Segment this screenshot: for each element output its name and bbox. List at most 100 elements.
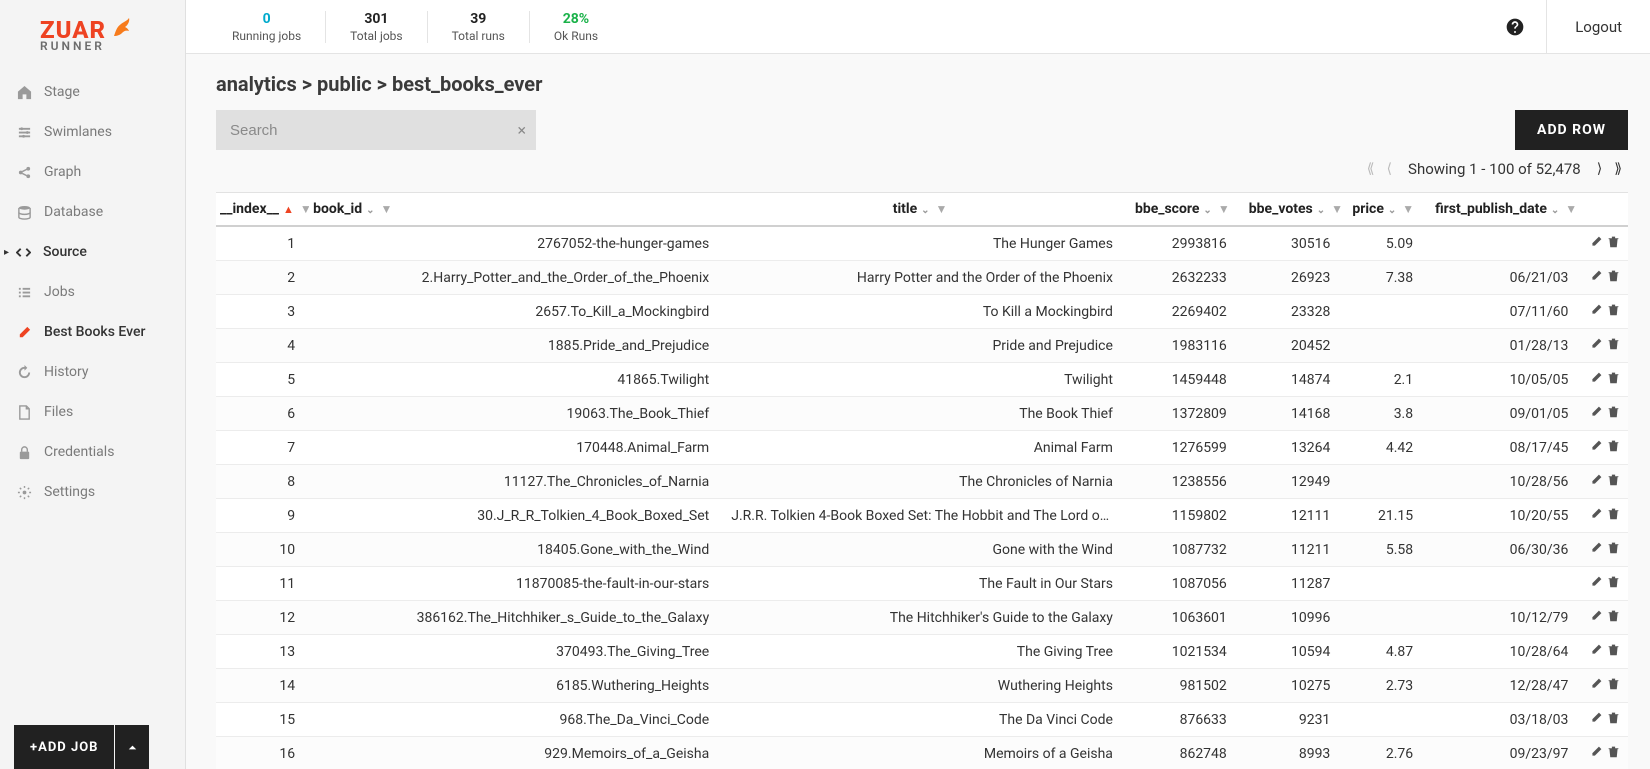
share-icon (14, 165, 34, 180)
cell-bbe-score: 1021534 (1127, 635, 1241, 669)
cell-actions (1582, 431, 1628, 465)
table-row: 541865.TwilightTwilight1459448148742.110… (216, 363, 1628, 397)
cell-index: 16 (216, 737, 309, 769)
edit-row-icon[interactable] (1590, 237, 1603, 251)
cell-actions (1582, 397, 1628, 431)
delete-row-icon[interactable] (1607, 305, 1620, 319)
search-input[interactable] (216, 110, 536, 150)
table-row: 13370493.The_Giving_TreeThe Giving Tree1… (216, 635, 1628, 669)
col-header-title[interactable]: title⌄▼ (723, 193, 1127, 227)
cell-bbe-score: 1983116 (1127, 329, 1241, 363)
pager-next-icon[interactable]: ⟩ (1597, 161, 1602, 177)
table-row: 1111870085-the-fault-in-our-starsThe Fau… (216, 567, 1628, 601)
cell-index: 6 (216, 397, 309, 431)
cell-bbe-score: 1238556 (1127, 465, 1241, 499)
edit-row-icon[interactable] (1590, 441, 1603, 455)
sidebar-item-files[interactable]: Files (0, 392, 185, 432)
edit-row-icon[interactable] (1590, 747, 1603, 761)
sidebar-item-settings[interactable]: Settings (0, 472, 185, 512)
sidebar-item-label: Jobs (44, 284, 75, 300)
cell-first-publish-date: 07/11/60 (1427, 295, 1582, 329)
delete-row-icon[interactable] (1607, 339, 1620, 353)
help-icon[interactable] (1504, 16, 1526, 38)
delete-row-icon[interactable] (1607, 475, 1620, 489)
delete-row-icon[interactable] (1607, 441, 1620, 455)
col-header-price[interactable]: price⌄▼ (1344, 193, 1427, 227)
cell-price: 2.1 (1344, 363, 1427, 397)
edit-row-icon[interactable] (1590, 407, 1603, 421)
delete-row-icon[interactable] (1607, 373, 1620, 387)
delete-row-icon[interactable] (1607, 611, 1620, 625)
pager-prev-icon[interactable]: ⟨ (1387, 161, 1392, 177)
cell-actions (1582, 703, 1628, 737)
edit-row-icon[interactable] (1590, 373, 1603, 387)
sidebar-item-best-books-ever[interactable]: Best Books Ever (0, 312, 185, 352)
col-header-first-publish-date[interactable]: first_publish_date⌄▼ (1427, 193, 1582, 227)
col-header-bbe-votes[interactable]: bbe_votes⌄▼ (1241, 193, 1345, 227)
sidebar-item-credentials[interactable]: Credentials (0, 432, 185, 472)
cell-book-id: 170448.Animal_Farm (309, 431, 723, 465)
edit-row-icon[interactable] (1590, 509, 1603, 523)
delete-row-icon[interactable] (1607, 713, 1620, 727)
add-job-button[interactable]: +ADD JOB (14, 725, 114, 769)
cell-title: The Book Thief (723, 397, 1127, 431)
clear-search-icon[interactable]: × (517, 121, 526, 140)
edit-row-icon[interactable] (1590, 339, 1603, 353)
table-row: 1018405.Gone_with_the_WindGone with the … (216, 533, 1628, 567)
edit-row-icon[interactable] (1590, 713, 1603, 727)
sidebar-item-swimlanes[interactable]: Swimlanes (0, 112, 185, 152)
cell-first-publish-date: 01/28/13 (1427, 329, 1582, 363)
pager-first-icon[interactable]: ⟪ (1367, 161, 1375, 177)
cell-index: 9 (216, 499, 309, 533)
delete-row-icon[interactable] (1607, 747, 1620, 761)
edit-row-icon[interactable] (1590, 679, 1603, 693)
sidebar-item-label: Files (44, 404, 73, 420)
cell-index: 2 (216, 261, 309, 295)
col-header-book-id[interactable]: book_id⌄▼ (309, 193, 723, 227)
col-header-bbe-score[interactable]: bbe_score⌄▼ (1127, 193, 1241, 227)
edit-row-icon[interactable] (1590, 271, 1603, 285)
cell-bbe-votes: 8993 (1241, 737, 1345, 769)
cell-index: 3 (216, 295, 309, 329)
cell-actions (1582, 465, 1628, 499)
col-header-index[interactable]: __index__▲▼ (216, 193, 309, 227)
pager: ⟪ ⟨ Showing 1 - 100 of 52,478 ⟩ ⟫ (1361, 160, 1628, 178)
table-row: 7170448.Animal_FarmAnimal Farm1276599132… (216, 431, 1628, 465)
sidebar-item-database[interactable]: Database (0, 192, 185, 232)
sidebar-item-jobs[interactable]: Jobs (0, 272, 185, 312)
sidebar-item-graph[interactable]: Graph (0, 152, 185, 192)
delete-row-icon[interactable] (1607, 645, 1620, 659)
delete-row-icon[interactable] (1607, 237, 1620, 251)
add-job-expand[interactable] (115, 725, 149, 769)
col-header-actions (1582, 193, 1628, 227)
pager-last-icon[interactable]: ⟫ (1614, 161, 1622, 177)
cell-bbe-votes: 26923 (1241, 261, 1345, 295)
delete-row-icon[interactable] (1607, 407, 1620, 421)
home-icon (14, 85, 34, 100)
edit-row-icon[interactable] (1590, 577, 1603, 591)
logout-link[interactable]: Logout (1546, 0, 1650, 53)
edit-row-icon[interactable] (1590, 645, 1603, 659)
add-job-bar: +ADD JOB (14, 725, 149, 769)
cell-index: 13 (216, 635, 309, 669)
delete-row-icon[interactable] (1607, 679, 1620, 693)
sidebar-item-stage[interactable]: Stage (0, 72, 185, 112)
delete-row-icon[interactable] (1607, 577, 1620, 591)
cell-bbe-votes: 11287 (1241, 567, 1345, 601)
edit-row-icon[interactable] (1590, 305, 1603, 319)
edit-row-icon[interactable] (1590, 611, 1603, 625)
delete-row-icon[interactable] (1607, 271, 1620, 285)
delete-row-icon[interactable] (1607, 509, 1620, 523)
logo: ZUAR RUNNER (0, 0, 185, 62)
add-row-button[interactable]: ADD ROW (1515, 110, 1628, 150)
cell-book-id: 929.Memoirs_of_a_Geisha (309, 737, 723, 769)
sidebar-item-history[interactable]: History (0, 352, 185, 392)
sidebar-item-source[interactable]: ▸Source (0, 232, 185, 272)
cell-bbe-votes: 12949 (1241, 465, 1345, 499)
cell-first-publish-date: 08/17/45 (1427, 431, 1582, 465)
stat-total-jobs: 301Total jobs (325, 11, 426, 43)
edit-row-icon[interactable] (1590, 543, 1603, 557)
delete-row-icon[interactable] (1607, 543, 1620, 557)
cell-bbe-score: 1063601 (1127, 601, 1241, 635)
edit-row-icon[interactable] (1590, 475, 1603, 489)
